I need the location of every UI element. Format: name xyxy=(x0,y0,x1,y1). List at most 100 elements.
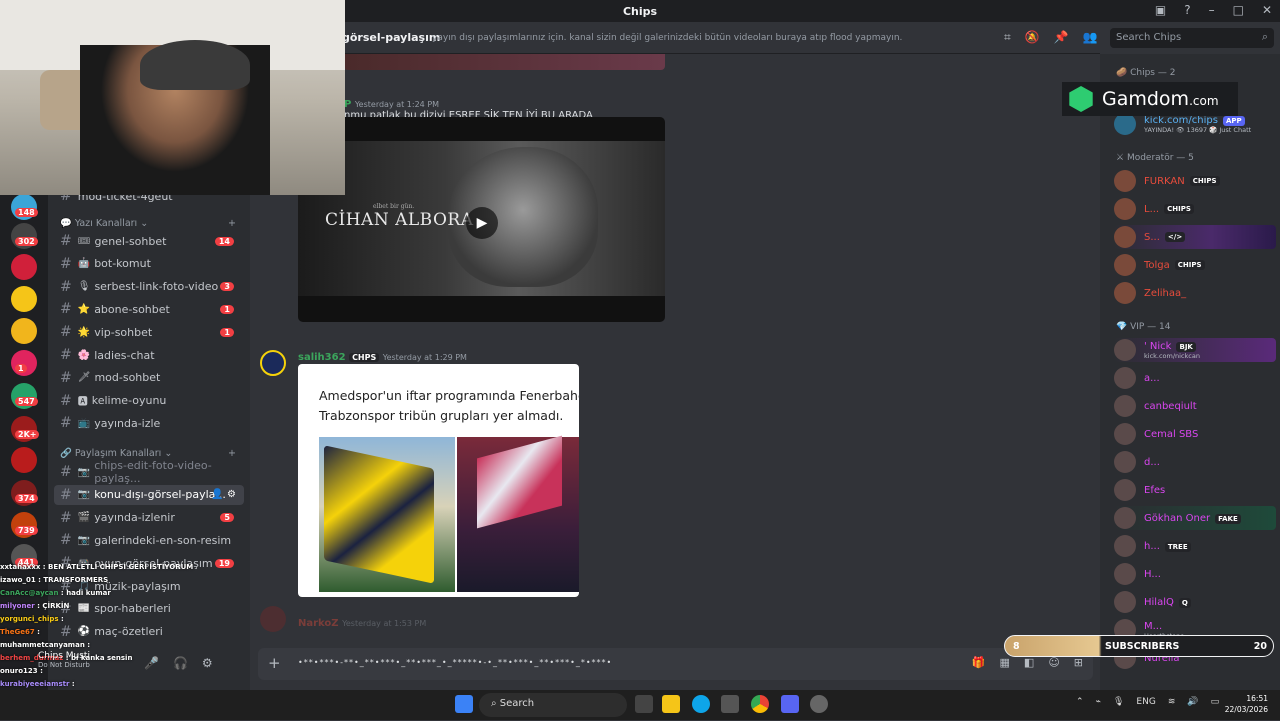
channel-item[interactable]: # 🅰kelime-oyunu xyxy=(54,391,244,411)
server-icon[interactable] xyxy=(11,318,37,344)
channel-item[interactable]: # 🌸 ladies-chat xyxy=(54,345,244,365)
sticker-icon[interactable]: ◧ xyxy=(1024,656,1034,669)
pin-icon[interactable]: 📌 xyxy=(1054,30,1069,45)
store-icon[interactable] xyxy=(721,695,739,713)
avatar[interactable] xyxy=(260,606,286,632)
chat-line: CanAcc@aycan : hadi kumar xyxy=(0,589,111,597)
image-attachment[interactable]: Amedspor'un iftar programında Fenerbahçe… xyxy=(298,364,579,597)
server-icon[interactable]: 302 xyxy=(11,223,38,249)
member-item[interactable]: Efes xyxy=(1114,478,1276,502)
channel-topic[interactable]: yayın dışı paylaşımlarınız için. kanal s… xyxy=(432,33,902,43)
channel-item[interactable]: # 🌟 vip-sohbet 1 xyxy=(54,322,244,342)
member-item[interactable]: HilalQ Q xyxy=(1114,590,1276,614)
channel-emoji: 📷 xyxy=(77,534,91,546)
server-icon[interactable] xyxy=(11,254,37,280)
file-explorer-icon[interactable] xyxy=(662,695,680,713)
gif-icon[interactable]: ▦ xyxy=(1000,656,1010,669)
server-icon[interactable] xyxy=(11,447,37,473)
member-item[interactable]: d... xyxy=(1114,450,1276,474)
settings-icon[interactable]: ⚙ xyxy=(202,656,213,670)
members-icon[interactable]: 👥 xyxy=(1083,30,1098,45)
server-icon[interactable]: 739 xyxy=(11,512,38,538)
battery-icon[interactable]: ▭ xyxy=(1211,697,1220,707)
member-item[interactable]: L... CHIPS xyxy=(1114,197,1276,221)
settings-icon[interactable]: 👤 ⚙ xyxy=(211,489,236,500)
member-item[interactable]: Gökhan Oner FAKE xyxy=(1114,506,1276,530)
language-indicator[interactable]: ENG xyxy=(1136,697,1155,707)
member-item[interactable]: canbeqiult xyxy=(1114,394,1276,418)
gift-icon[interactable]: 🎁 xyxy=(972,656,986,669)
start-icon[interactable] xyxy=(455,695,473,713)
channel-item[interactable]: # 📷 konu-dışı-görsel-payla... 👤 ⚙ xyxy=(54,484,244,505)
member-item[interactable]: Zelihaa_ xyxy=(1114,281,1276,305)
avatar xyxy=(1114,226,1136,248)
member-item[interactable]: a... xyxy=(1114,366,1276,390)
search-input[interactable]: Search Chips ⌕ xyxy=(1110,28,1274,48)
server-icon[interactable]: 2K+ xyxy=(11,416,40,442)
member-item[interactable]: H... xyxy=(1114,562,1276,586)
member-category: 🥔 Chips — 2 xyxy=(1116,68,1176,78)
channel-item[interactable]: # 📺 yayında-izle xyxy=(54,413,244,433)
category-share-channels[interactable]: 🔗 Paylaşım Kanalları ⌄ xyxy=(60,448,172,459)
volume-icon[interactable]: 🔊 xyxy=(1187,697,1198,707)
video-embed[interactable]: elbet bir gün. CİHAN ALBORA ▶ xyxy=(298,117,665,322)
channel-item[interactable]: # ⭐ abone-sohbet 1 xyxy=(54,299,244,319)
add-channel-icon[interactable]: + xyxy=(228,448,236,459)
previous-attachment[interactable] xyxy=(344,54,665,70)
server-icon[interactable]: 1 xyxy=(11,350,37,376)
help-icon[interactable]: ? xyxy=(1184,3,1190,17)
member-item[interactable]: h... TREE xyxy=(1114,534,1276,558)
threads-icon[interactable]: ⌗ xyxy=(1004,30,1011,45)
emoji-icon[interactable]: ☺ xyxy=(1048,656,1059,669)
task-view-icon[interactable] xyxy=(635,695,653,713)
close-button[interactable]: ✕ xyxy=(1262,3,1272,17)
inbox-icon[interactable]: ▣ xyxy=(1155,3,1166,17)
wifi-icon[interactable]: ≋ xyxy=(1168,697,1176,707)
server-icon[interactable] xyxy=(11,286,37,312)
app-icon[interactable] xyxy=(810,695,828,713)
user-panel[interactable]: Chips Musti Do Not Disturb xyxy=(38,651,90,669)
plus-icon[interactable]: + xyxy=(268,654,281,672)
channel-item[interactable]: # 📷 galerindeki-en-son-resim xyxy=(54,530,244,550)
message-input[interactable]: + •**•***•-**•_**•***•_**•***_•_*****•-•… xyxy=(258,648,1093,680)
member-item[interactable]: ' Nick BJK kick.com/nickcan xyxy=(1114,338,1276,362)
microphone-icon[interactable]: 🎤 xyxy=(144,656,159,670)
mute-icon[interactable]: 🔕 xyxy=(1025,30,1040,45)
server-icon[interactable]: 148 xyxy=(11,194,38,220)
avatar[interactable] xyxy=(260,350,286,376)
member-item[interactable]: Tolga CHIPS xyxy=(1114,253,1276,277)
discord-icon[interactable] xyxy=(781,695,799,713)
hash-icon: # xyxy=(60,324,72,341)
channel-item[interactable]: # 🤖 bot-komut xyxy=(54,254,244,274)
maximize-button[interactable]: □ xyxy=(1233,3,1244,17)
chevron-up-icon[interactable]: ⌃ xyxy=(1076,697,1084,707)
server-icon[interactable]: 374 xyxy=(11,480,38,506)
edge-icon[interactable] xyxy=(692,695,710,713)
taskbar-search[interactable]: ⌕ Search xyxy=(479,693,627,717)
mic-icon[interactable]: 🎙 xyxy=(1113,697,1124,707)
member-item[interactable]: FURKAN CHIPS xyxy=(1114,169,1276,193)
category-text-channels[interactable]: 💬 Yazı Kanalları ⌄ xyxy=(60,218,148,229)
channel-item[interactable]: # 📷 chips-edit-foto-video-paylaş... xyxy=(54,459,244,485)
apps-icon[interactable]: ⊞ xyxy=(1074,656,1083,669)
member-item[interactable]: Cemal SBS xyxy=(1114,422,1276,446)
author-name[interactable]: salih362 xyxy=(298,352,346,363)
minimize-button[interactable]: – xyxy=(1209,3,1215,17)
clock[interactable]: 16:51 22/03/2026 xyxy=(1225,693,1268,715)
play-icon[interactable]: ▶ xyxy=(466,207,498,239)
channel-item[interactable]: # 🎟 genel-sohbet 14 xyxy=(54,231,244,251)
role-tag: Q xyxy=(1178,597,1191,608)
chrome-icon[interactable] xyxy=(751,695,769,713)
input-icons: 🎁 ▦ ◧ ☺ ⊞ xyxy=(972,656,1083,669)
network-icon[interactable]: ⌁ xyxy=(1096,697,1101,707)
channel-item[interactable]: # 🎙 serbest-link-foto-video 3 xyxy=(54,277,244,297)
channel-label: galerindeki-en-son-resim xyxy=(94,533,232,547)
role-tag: </> xyxy=(1164,232,1186,242)
hash-icon: # xyxy=(60,347,72,363)
channel-item[interactable]: # 🎬 yayında-izlenir 5 xyxy=(54,508,244,528)
headphones-icon[interactable]: 🎧 xyxy=(173,656,188,670)
member-item[interactable]: S... </> xyxy=(1114,225,1276,249)
server-icon[interactable]: 547 xyxy=(11,383,38,409)
channel-item[interactable]: # 🗡 mod-sohbet xyxy=(54,368,244,388)
add-channel-icon[interactable]: + xyxy=(228,218,236,229)
